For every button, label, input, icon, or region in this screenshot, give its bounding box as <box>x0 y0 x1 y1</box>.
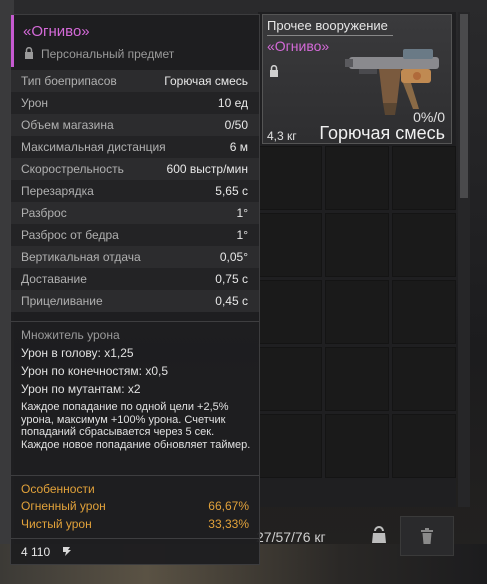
stat-row: Разброс от бедра 1° <box>11 224 259 246</box>
weight-icon <box>372 526 386 543</box>
inventory-slot[interactable] <box>325 146 389 210</box>
stat-label: Доставание <box>21 272 87 286</box>
tooltip-title: «Огниво» <box>23 23 90 40</box>
item-description: Каждое попадание по одной цели +2,5% уро… <box>21 401 251 451</box>
divider <box>11 538 259 539</box>
mutants-multiplier: Урон по мутантам: x2 <box>21 382 141 396</box>
stat-value: 0,05° <box>219 250 248 264</box>
item-name: «Огниво» <box>267 38 330 54</box>
item-ammo-type: Горючая смесь <box>319 123 445 143</box>
stat-value: 0/50 <box>224 118 248 132</box>
feature-value: 33,33% <box>208 517 249 531</box>
tooltip-header: «Огниво» Персональный предмет <box>11 15 259 67</box>
inventory-slot[interactable] <box>258 347 322 411</box>
stat-label: Скорострельность <box>21 162 124 176</box>
item-category: Прочее вооружение <box>267 18 388 33</box>
trash-icon <box>421 528 433 544</box>
inventory-slot[interactable] <box>258 414 322 478</box>
head-multiplier: Урон в голову: x1,25 <box>21 346 134 360</box>
tooltip-subtitle: Персональный предмет <box>41 47 175 61</box>
inventory-slot[interactable] <box>392 280 456 344</box>
stat-label: Разброс <box>21 206 67 220</box>
features-title: Особенности <box>21 482 95 496</box>
stat-value: 0,45 с <box>215 294 248 308</box>
scrollbar-thumb[interactable] <box>460 14 468 198</box>
stat-value: 1° <box>236 228 248 242</box>
inventory-slot[interactable] <box>392 414 456 478</box>
stat-value: 1° <box>236 206 248 220</box>
inventory-scrollbar[interactable] <box>458 12 470 507</box>
stat-value: 0,75 с <box>215 272 248 286</box>
feature-row: Огненный урон 66,67% <box>21 499 249 513</box>
stat-label: Тип боеприпасов <box>21 74 117 88</box>
stat-value: Горючая смесь <box>164 74 248 88</box>
stat-label: Прицеливание <box>21 294 103 308</box>
stat-value: 5,65 с <box>215 184 248 198</box>
stat-label: Максимальная дистанция <box>21 140 166 154</box>
currency-icon <box>63 547 71 556</box>
feature-label: Огненный урон <box>21 499 106 513</box>
stat-row: Максимальная дистанция 6 м <box>11 136 259 158</box>
stat-row: Вертикальная отдача 0,05° <box>11 246 259 268</box>
inventory-slot[interactable] <box>258 146 322 210</box>
inventory-slot[interactable] <box>325 347 389 411</box>
stat-label: Перезарядка <box>21 184 94 198</box>
inventory-weight: 27/57/76 кг <box>256 529 326 545</box>
item-tooltip: «Огниво» Персональный предмет Тип боепри… <box>10 14 260 565</box>
stat-value: 600 выстр/мин <box>166 162 248 176</box>
stats-table: Тип боеприпасов Горючая смесь Урон 10 ед О… <box>11 70 259 312</box>
stat-row: Урон 10 ед <box>11 92 259 114</box>
stat-value: 6 м <box>229 140 248 154</box>
divider <box>11 475 259 476</box>
stat-row: Доставание 0,75 с <box>11 268 259 290</box>
stat-label: Вертикальная отдача <box>21 250 141 264</box>
feature-value: 66,67% <box>208 499 249 513</box>
item-category-divider <box>267 35 393 36</box>
damage-multiplier-title: Множитель урона <box>21 328 120 342</box>
stat-row: Перезарядка 5,65 с <box>11 180 259 202</box>
inventory-slot[interactable] <box>325 213 389 277</box>
stat-row: Разброс 1° <box>11 202 259 224</box>
limbs-multiplier: Урон по конечностям: x0,5 <box>21 364 169 378</box>
stat-label: Урон <box>21 96 49 110</box>
divider <box>11 321 259 322</box>
lock-icon <box>25 47 33 59</box>
item-price: 4 110 <box>21 545 51 559</box>
lock-icon <box>270 65 278 77</box>
inventory-slot[interactable] <box>325 280 389 344</box>
stat-row: Объем магазина 0/50 <box>11 114 259 136</box>
item-card-ognivo[interactable]: Прочее вооружение «Огниво» 0%/0 4,3 кг Г… <box>262 14 452 144</box>
stat-label: Разброс от бедра <box>21 228 119 242</box>
delete-button[interactable] <box>400 516 454 556</box>
inventory-slot[interactable] <box>258 280 322 344</box>
inventory-slot[interactable] <box>325 414 389 478</box>
feature-label: Чистый урон <box>21 517 92 531</box>
stat-label: Объем магазина <box>21 118 114 132</box>
inventory-slot[interactable] <box>392 213 456 277</box>
stat-value: 10 ед <box>217 96 248 110</box>
inventory-slot[interactable] <box>392 347 456 411</box>
item-weight: 4,3 кг <box>267 129 297 143</box>
stat-row: Скорострельность 600 выстр/мин <box>11 158 259 180</box>
feature-row: Чистый урон 33,33% <box>21 517 249 531</box>
stat-row: Тип боеприпасов Горючая смесь <box>11 70 259 92</box>
inventory-slot[interactable] <box>258 213 322 277</box>
stat-row: Прицеливание 0,45 с <box>11 290 259 312</box>
inventory-grid <box>258 146 456 507</box>
inventory-slot[interactable] <box>392 146 456 210</box>
